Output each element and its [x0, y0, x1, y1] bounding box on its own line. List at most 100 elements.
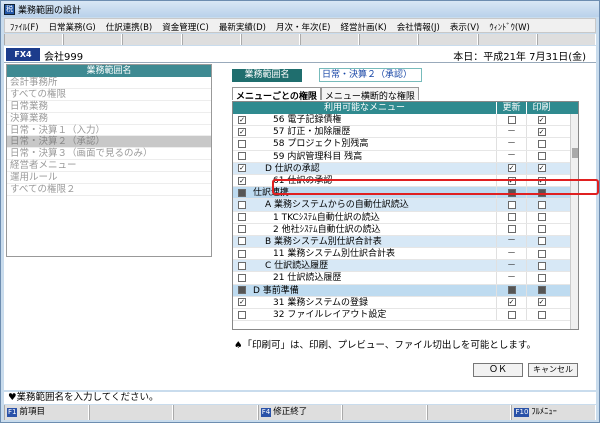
checkbox[interactable] — [537, 261, 546, 270]
checkbox[interactable] — [238, 176, 246, 185]
function-key[interactable] — [426, 405, 512, 420]
checkbox[interactable] — [537, 213, 546, 222]
menu-item[interactable]: 最新実績(D) — [214, 19, 271, 33]
range-list-item[interactable]: 日常・決算２（承認） — [7, 136, 211, 149]
checkbox[interactable] — [238, 237, 246, 246]
checkbox[interactable] — [238, 298, 246, 307]
checkbox[interactable] — [537, 225, 546, 234]
scroll-thumb[interactable] — [572, 148, 578, 158]
checkbox[interactable] — [238, 164, 246, 173]
checkbox[interactable] — [537, 127, 546, 136]
menu-item[interactable]: 資金管理(C) — [157, 19, 214, 33]
grid-row[interactable]: 2 他社ｼｽﾃﾑ自動仕訳の読込 — [233, 223, 578, 236]
checkbox[interactable] — [238, 127, 246, 136]
grid-row[interactable]: D 事前準備 — [233, 284, 578, 297]
grid-row[interactable]: C 仕訳読込履歴 － — [233, 260, 578, 273]
checkbox[interactable] — [537, 274, 546, 283]
range-list-item[interactable]: すべての権限 — [7, 89, 211, 101]
checkbox[interactable] — [238, 213, 246, 222]
checkbox[interactable] — [238, 274, 246, 283]
menu-item[interactable]: 会社情報(J) — [392, 19, 445, 33]
toolbar-segment[interactable] — [300, 34, 360, 45]
grid-row[interactable]: B 業務システム別仕訳合計表 － — [233, 235, 578, 249]
range-list-item[interactable]: 運用ルール — [7, 172, 211, 185]
checkbox[interactable] — [537, 139, 546, 148]
toolbar-segment[interactable] — [418, 34, 478, 45]
menu-item[interactable]: ﾌｧｲﾙ(F) — [5, 19, 44, 33]
checkbox[interactable] — [238, 152, 246, 161]
ok-button[interactable]: ＯＫ — [473, 363, 523, 377]
grid-row[interactable]: 57 訂正・加除履歴 － — [233, 126, 578, 139]
range-list-item[interactable]: 経営者メニュー — [7, 160, 211, 173]
checkbox[interactable] — [238, 115, 246, 124]
range-list-item[interactable]: 日常・決算１（入力） — [7, 125, 211, 137]
menu-item[interactable]: 経営計画(K) — [336, 19, 392, 33]
toolbar-segment[interactable] — [477, 34, 537, 45]
grid-row[interactable]: 56 電子記録債権 — [233, 114, 578, 127]
checkbox[interactable] — [238, 286, 246, 295]
checkbox[interactable] — [238, 261, 246, 270]
checkbox[interactable] — [537, 249, 546, 258]
range-name-field[interactable]: 日常・決算２（承認） — [319, 68, 422, 82]
function-key[interactable]: F4 修正終了 — [257, 405, 343, 420]
toolbar-segment[interactable] — [4, 34, 64, 45]
checkbox[interactable] — [507, 200, 516, 209]
checkbox[interactable] — [537, 298, 546, 307]
cancel-button[interactable]: キャンセル — [528, 363, 578, 377]
grid-row[interactable]: A 業務システムからの自動仕訳読込 — [233, 199, 578, 212]
range-list-item[interactable]: 日常・決算３（画面で見るのみ） — [7, 148, 211, 161]
vertical-scrollbar[interactable] — [570, 114, 578, 329]
grid-row[interactable]: D 仕訳の承認 — [233, 162, 578, 175]
grid-row[interactable]: 32 ファイルレイアウト設定 — [233, 309, 578, 322]
menu-item[interactable]: ｳｨﾝﾄﾞｳ(W) — [484, 19, 535, 33]
grid-row[interactable]: 11 業務システム別仕訳合計表 － — [233, 248, 578, 261]
range-list-item[interactable]: 日常業務 — [7, 101, 211, 113]
toolbar-segment[interactable] — [240, 34, 301, 45]
function-key[interactable]: F10 ﾌﾙﾒﾆｭｰ — [511, 405, 597, 420]
range-list-item[interactable]: 決算業務 — [7, 113, 211, 125]
checkbox[interactable] — [507, 286, 516, 295]
grid-row[interactable]: 21 仕訳読込履歴 － — [233, 272, 578, 285]
function-key[interactable] — [88, 405, 174, 420]
range-list-item[interactable]: すべての権限２ — [7, 184, 211, 196]
menu-item[interactable]: 月次・年次(E) — [271, 19, 336, 33]
checkbox[interactable] — [507, 225, 516, 234]
checkbox[interactable] — [507, 164, 516, 173]
window-title: 業務範囲の設計 — [18, 5, 82, 16]
checkbox[interactable] — [238, 249, 246, 258]
checkbox[interactable] — [507, 298, 516, 307]
toolbar-segment[interactable] — [122, 34, 182, 45]
tab-menu-permissions[interactable]: メニューごとの権限 — [232, 87, 321, 102]
checkbox[interactable] — [537, 164, 546, 173]
checkbox[interactable] — [507, 310, 516, 319]
menu-item[interactable]: 表示(V) — [445, 19, 484, 33]
checkbox[interactable] — [507, 115, 516, 124]
toolbar-segment[interactable] — [359, 34, 419, 45]
toolbar-segment[interactable] — [181, 34, 241, 45]
range-list-item[interactable]: 会計事務所 — [7, 77, 211, 89]
checkbox[interactable] — [238, 139, 246, 148]
tab-cross-menu-permissions[interactable]: メニュー横断的な権限 — [320, 87, 419, 102]
checkbox[interactable] — [238, 310, 246, 319]
function-key[interactable]: F1 前項目 — [4, 405, 89, 420]
grid-row[interactable]: 59 内訳管理科目 残高 － — [233, 150, 578, 163]
checkbox[interactable] — [238, 225, 246, 234]
checkbox[interactable] — [537, 237, 546, 246]
checkbox[interactable] — [537, 310, 546, 319]
checkbox[interactable] — [238, 188, 246, 197]
checkbox[interactable] — [537, 152, 546, 161]
function-key[interactable] — [342, 405, 427, 420]
menu-item[interactable]: 仕訳連携(B) — [101, 19, 157, 33]
checkbox[interactable] — [238, 200, 246, 209]
menu-item[interactable]: 日常業務(G) — [44, 19, 101, 33]
grid-row[interactable]: 31 業務システムの登録 — [233, 296, 578, 309]
checkbox[interactable] — [507, 213, 516, 222]
toolbar-segment[interactable] — [536, 34, 597, 45]
checkbox[interactable] — [537, 286, 546, 295]
toolbar-segment[interactable] — [63, 34, 123, 45]
grid-row[interactable]: 58 プロジェクト別残高 － — [233, 138, 578, 151]
checkbox[interactable] — [537, 115, 546, 124]
grid-row[interactable]: 1 TKCｼｽﾃﾑ自動仕訳の読込 — [233, 211, 578, 224]
function-key[interactable] — [173, 405, 258, 420]
checkbox[interactable] — [537, 200, 546, 209]
